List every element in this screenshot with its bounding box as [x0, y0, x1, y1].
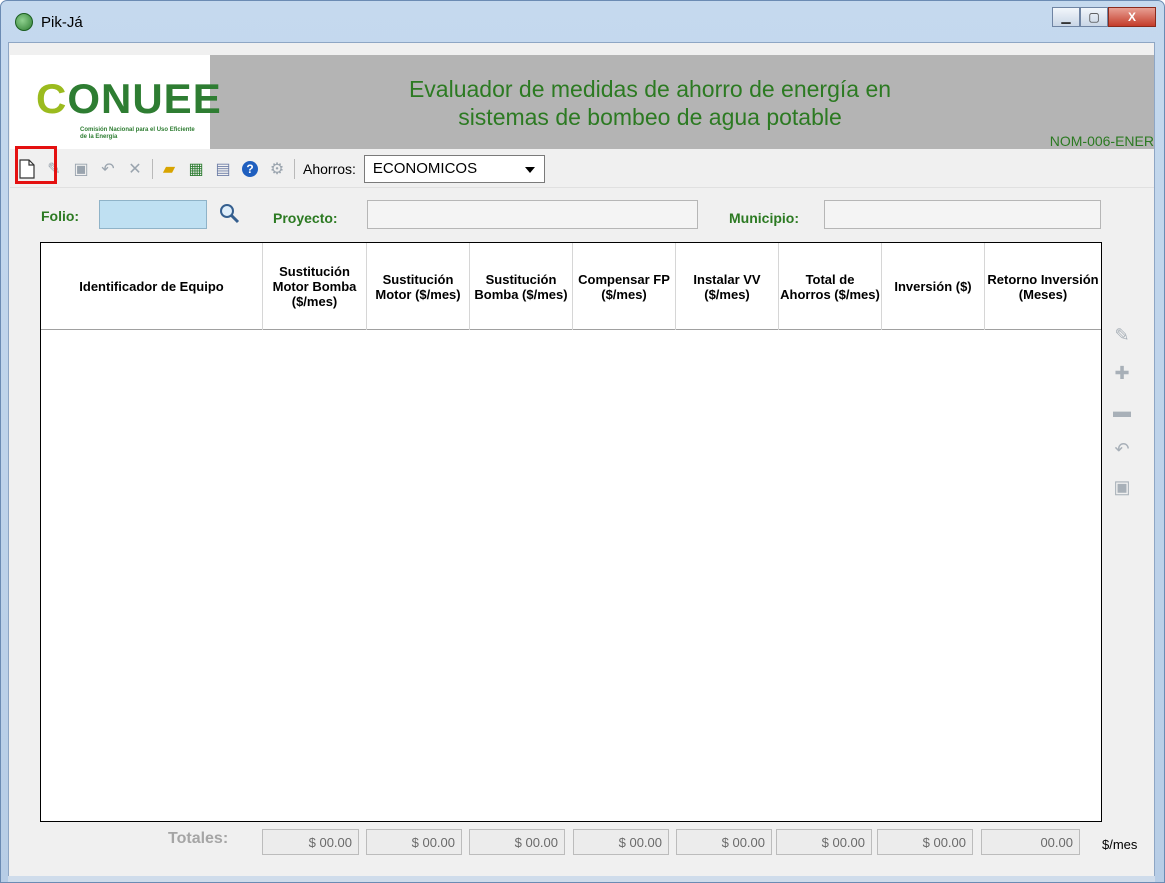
app-title-line2: sistemas de bombeo de agua potable	[458, 104, 842, 130]
norm-label: NOM-006-ENER	[1049, 133, 1154, 149]
total-field: $ 00.00	[366, 829, 462, 855]
logo-text: ONUEE	[67, 75, 222, 122]
delete-icon[interactable]: ✕	[124, 158, 146, 180]
search-icon[interactable]	[218, 202, 240, 224]
app-icon	[15, 13, 33, 31]
add-row-icon[interactable]: ✚	[1110, 354, 1134, 392]
total-field: $ 00.00	[877, 829, 973, 855]
conuee-logo: CONUEE Comisión Nacional para el Uso Efi…	[10, 55, 221, 149]
total-field: $ 00.00	[676, 829, 772, 855]
column-header[interactable]: Sustitución Motor ($/mes)	[367, 243, 470, 330]
logo-letter: C	[36, 75, 68, 122]
ahorros-dropdown[interactable]: ECONOMICOS	[363, 154, 545, 183]
column-header[interactable]: Sustitución Bomba ($/mes)	[470, 243, 573, 330]
save-icon[interactable]: ▣	[70, 158, 92, 180]
window-bottom-border	[8, 876, 1155, 882]
folio-label: Folio:	[41, 208, 80, 224]
header-banner: CONUEE Comisión Nacional para el Uso Efi…	[10, 55, 1154, 149]
close-button[interactable]: X	[1108, 7, 1156, 27]
totals-unit: $/mes	[1102, 837, 1138, 852]
undo-row-icon[interactable]: ↶	[1110, 430, 1134, 468]
chevron-down-icon	[524, 166, 535, 173]
edit-row-icon[interactable]: ✎	[1110, 316, 1134, 354]
grid-header: Identificador de Equipo Sustitución Moto…	[41, 243, 1101, 330]
remove-row-icon[interactable]: ▬	[1110, 392, 1134, 430]
svg-text:?: ?	[246, 162, 253, 176]
column-header[interactable]: Instalar VV ($/mes)	[676, 243, 779, 330]
toolbar: ✎ ▣ ↶ ✕ ▰ ▦ ▤ ? ⚙ Ahorros: ECONOMICOS	[10, 150, 1154, 188]
proyecto-input[interactable]	[367, 200, 698, 229]
total-field: $ 00.00	[573, 829, 669, 855]
title-bar[interactable]: Pik-Já ▁ ▢ X	[1, 1, 1164, 43]
total-field: $ 00.00	[469, 829, 565, 855]
toolbar-separator	[294, 158, 295, 179]
total-field: $ 00.00	[776, 829, 872, 855]
report-icon[interactable]: ▤	[212, 158, 234, 180]
municipio-label: Municipio:	[729, 210, 799, 226]
window-title: Pik-Já	[41, 13, 83, 31]
save-row-icon[interactable]: ▣	[1110, 468, 1134, 506]
proyecto-label: Proyecto:	[273, 210, 338, 226]
row-actions: ✎ ✚ ▬ ↶ ▣	[1110, 316, 1134, 506]
toolbar-separator	[152, 158, 153, 179]
window-controls: ▁ ▢ X	[1052, 7, 1156, 27]
column-header[interactable]: Total de Ahorros ($/mes)	[779, 243, 882, 330]
app-title: Evaluador de medidas de ahorro de energí…	[290, 75, 1010, 131]
settings-icon[interactable]: ⚙	[266, 158, 288, 180]
column-header[interactable]: Identificador de Equipo	[41, 243, 263, 330]
ahorros-selected: ECONOMICOS	[372, 160, 478, 177]
ahorros-label: Ahorros:	[303, 160, 356, 177]
app-title-line1: Evaluador de medidas de ahorro de energí…	[408, 76, 892, 102]
totals-label: Totales:	[168, 830, 229, 847]
undo-icon[interactable]: ↶	[97, 158, 119, 180]
folio-input[interactable]	[99, 200, 207, 229]
municipio-input[interactable]	[824, 200, 1101, 229]
minimize-button[interactable]: ▁	[1052, 7, 1080, 27]
excel-icon[interactable]: ▦	[185, 158, 207, 180]
column-header[interactable]: Retorno Inversión (Meses)	[985, 243, 1101, 330]
column-header[interactable]: Sustitución Motor Bomba ($/mes)	[263, 243, 367, 330]
highlight-box	[15, 146, 57, 184]
column-header[interactable]: Inversión ($)	[882, 243, 985, 330]
open-folder-icon[interactable]: ▰	[158, 158, 180, 180]
savings-grid[interactable]: Identificador de Equipo Sustitución Moto…	[40, 242, 1102, 822]
maximize-button[interactable]: ▢	[1080, 7, 1108, 27]
logo-subtitle: Comisión Nacional para el Uso Eficiente …	[80, 127, 195, 140]
column-header[interactable]: Compensar FP ($/mes)	[573, 243, 676, 330]
total-field: $ 00.00	[262, 829, 359, 855]
help-icon[interactable]: ?	[239, 158, 261, 180]
total-field: 00.00	[981, 829, 1080, 855]
